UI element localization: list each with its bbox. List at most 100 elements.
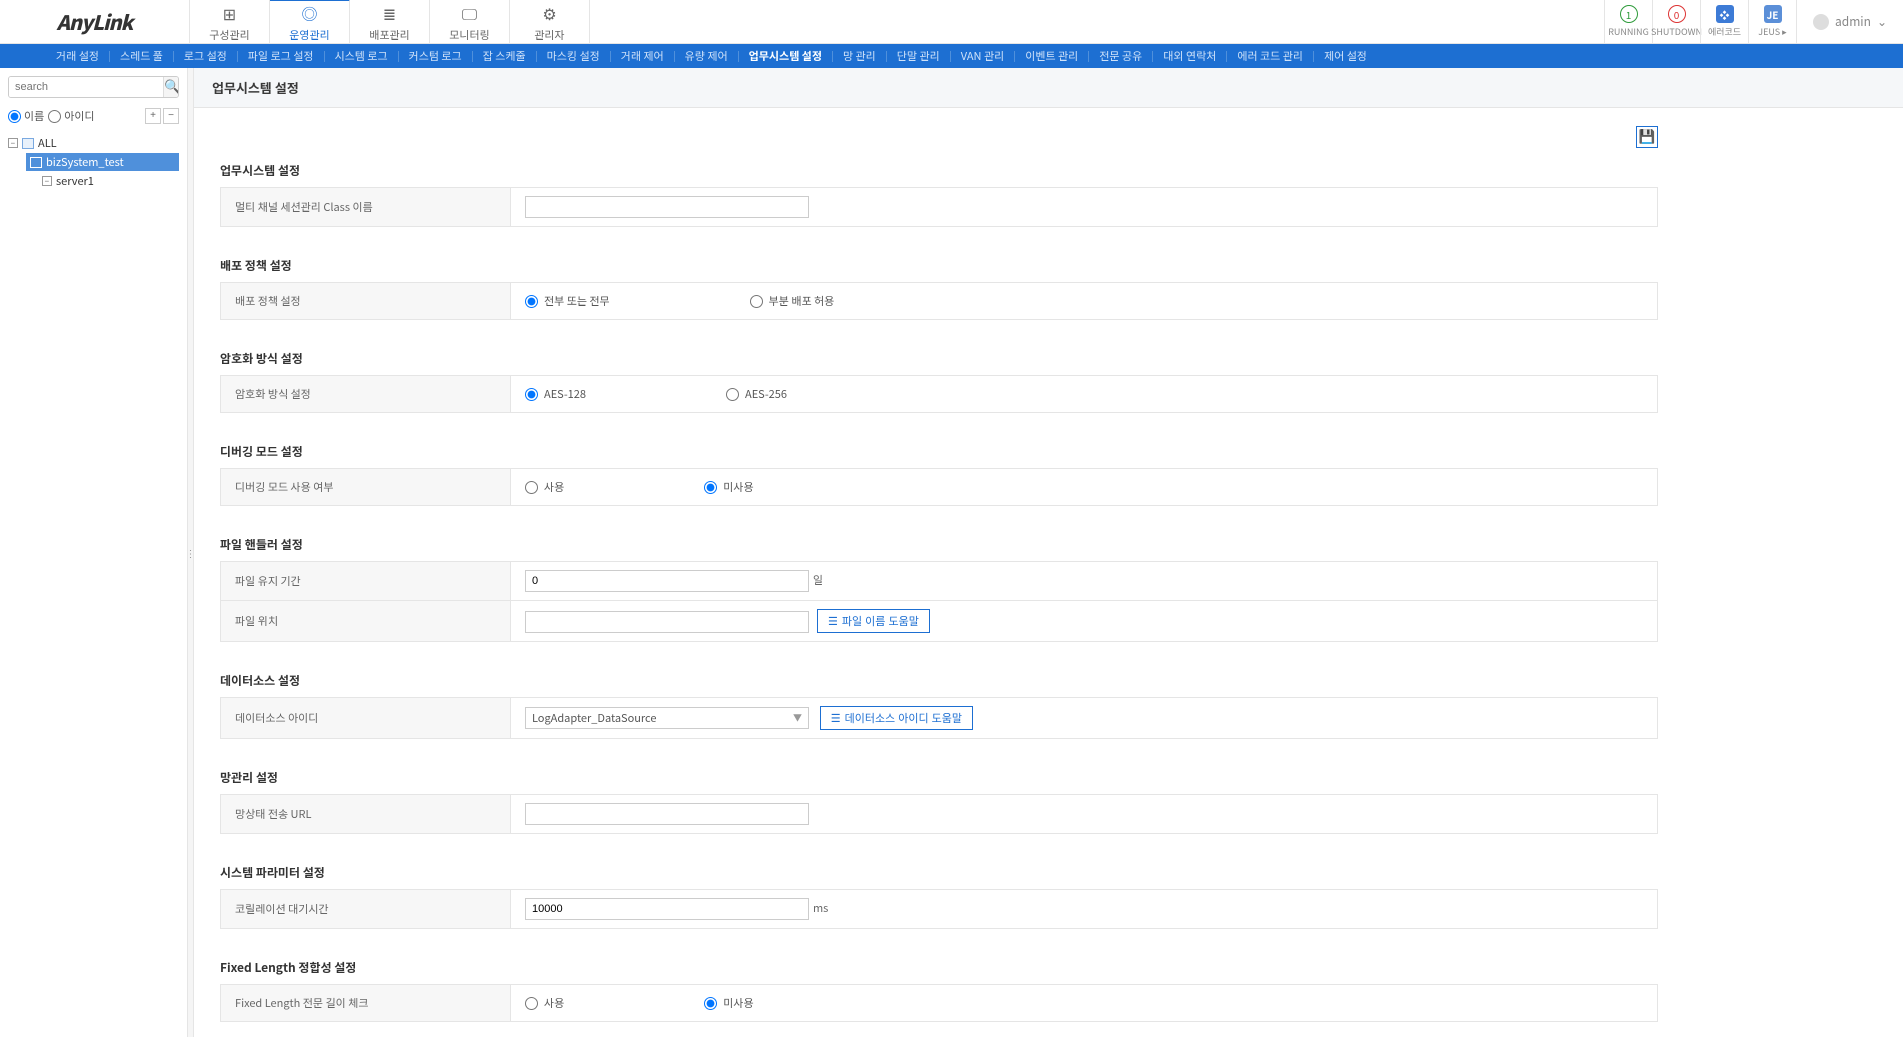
- file-help-button[interactable]: ☰파일 이름 도움말: [817, 609, 930, 633]
- running-button[interactable]: 1RUNNING: [1604, 0, 1652, 43]
- radio-name-input[interactable]: [8, 110, 21, 123]
- crypto-opt1[interactable]: AES-128: [525, 386, 586, 402]
- subnav-item[interactable]: 에러 코드 관리: [1227, 51, 1314, 62]
- save-icon: 💾: [1639, 129, 1656, 145]
- deploy-opt1-input[interactable]: [525, 295, 538, 308]
- search-input[interactable]: [9, 77, 163, 97]
- fixed-opt2-input[interactable]: [704, 997, 717, 1010]
- radio-name[interactable]: 이름: [8, 108, 44, 124]
- errorcode-button[interactable]: ❖에러코드: [1700, 0, 1748, 43]
- crypto-opt2[interactable]: AES-256: [726, 386, 787, 402]
- subnav-item[interactable]: 망 관리: [833, 51, 887, 62]
- file-keep-input[interactable]: [525, 570, 809, 592]
- sub-nav: 거래 설정 스레드 풀 로그 설정 파일 로그 설정 시스템 로그 커스텀 로그…: [0, 44, 1903, 68]
- suffix-label: ms: [813, 900, 828, 916]
- debug-opt2-label: 미사용: [723, 479, 753, 495]
- debug-opt1[interactable]: 사용: [525, 479, 564, 495]
- subnav-item[interactable]: 파일 로그 설정: [238, 51, 325, 62]
- subnav-item[interactable]: 커스텀 로그: [399, 51, 473, 62]
- logo: AnyLink: [0, 0, 190, 43]
- user-menu[interactable]: admin⌄: [1796, 0, 1903, 43]
- radio-id[interactable]: 아이디: [48, 108, 94, 124]
- section-title: 업무시스템 설정: [220, 162, 1658, 179]
- deploy-opt2-label: 부분 배포 허용: [769, 293, 835, 309]
- shutdown-button[interactable]: 0SHUTDOWN: [1652, 0, 1700, 43]
- subnav-item[interactable]: 대외 연락처: [1153, 51, 1227, 62]
- tab-label: 모니터링: [449, 27, 489, 43]
- crypto-opt1-input[interactable]: [525, 388, 538, 401]
- radio-id-input[interactable]: [48, 110, 61, 123]
- subnav-item[interactable]: 시스템 로그: [325, 51, 399, 62]
- radio-id-label: 아이디: [64, 108, 94, 124]
- debug-opt1-input[interactable]: [525, 481, 538, 494]
- file-loc-input[interactable]: [525, 611, 809, 633]
- fixed-opt2[interactable]: 미사용: [704, 995, 753, 1011]
- tab-deploy[interactable]: ≣배포관리: [350, 0, 430, 43]
- subnav-item[interactable]: VAN 관리: [951, 51, 1015, 62]
- top-header: AnyLink ⊞구성관리 ◎운영관리 ≣배포관리 🖵모니터링 ⚙관리자 1RU…: [0, 0, 1903, 44]
- section-title: 배포 정책 설정: [220, 257, 1658, 274]
- datasource-value: LogAdapter_DataSource: [532, 710, 656, 726]
- jeus-button[interactable]: JEJEUS ▸: [1748, 0, 1796, 43]
- tree-root[interactable]: −ALL: [8, 134, 179, 152]
- ds-help-button[interactable]: ☰데이터소스 아이디 도움말: [820, 706, 973, 730]
- deploy-opt1[interactable]: 전부 또는 전무: [525, 293, 610, 309]
- expand-all-button[interactable]: +: [145, 108, 161, 124]
- net-url-input[interactable]: [525, 803, 809, 825]
- section-title: 디버깅 모드 설정: [220, 443, 1658, 460]
- save-button[interactable]: 💾: [1636, 126, 1658, 148]
- datasource-select[interactable]: LogAdapter_DataSource▼: [525, 707, 809, 729]
- section-debug: 디버깅 모드 설정 디버깅 모드 사용 여부 사용 미사용: [220, 443, 1658, 506]
- search-icon: 🔍: [164, 79, 179, 94]
- tab-config[interactable]: ⊞구성관리: [190, 0, 270, 43]
- tree-toggle-icon[interactable]: −: [8, 138, 18, 148]
- running-icon: 1: [1620, 5, 1638, 23]
- subnav-item[interactable]: 스레드 풀: [110, 51, 174, 62]
- tree-node-child[interactable]: −server1: [8, 172, 179, 190]
- subnav-item-active[interactable]: 업무시스템 설정: [739, 51, 833, 62]
- search-button[interactable]: 🔍: [163, 77, 179, 97]
- section-title: Fixed Length 정합성 설정: [220, 959, 1658, 976]
- field-label: 코릴레이션 대기시간: [221, 890, 511, 929]
- subnav-item[interactable]: 마스킹 설정: [537, 51, 611, 62]
- deploy-opt1-label: 전부 또는 전무: [544, 293, 610, 309]
- correlation-wait-input[interactable]: [525, 898, 809, 920]
- fixed-opt1[interactable]: 사용: [525, 995, 564, 1011]
- tree-toggle-icon[interactable]: −: [42, 176, 52, 186]
- shutdown-icon: 0: [1668, 5, 1686, 23]
- field-label: 디버깅 모드 사용 여부: [221, 469, 511, 506]
- subnav-item[interactable]: 유량 제어: [675, 51, 739, 62]
- deploy-opt2-input[interactable]: [750, 295, 763, 308]
- tab-label: 관리자: [534, 27, 564, 43]
- tab-label: 구성관리: [209, 27, 249, 43]
- tab-monitor[interactable]: 🖵모니터링: [430, 0, 510, 43]
- tree-node-selected[interactable]: bizSystem_test: [8, 152, 179, 172]
- class-name-input[interactable]: [525, 196, 809, 218]
- fixed-opt1-label: 사용: [544, 995, 564, 1011]
- subnav-item[interactable]: 거래 제어: [611, 51, 675, 62]
- jeus-label: JEUS ▸: [1758, 25, 1786, 38]
- errorcode-label: 에러코드: [1708, 25, 1741, 38]
- target-icon: ◎: [301, 1, 317, 25]
- subnav-item[interactable]: 제어 설정: [1314, 51, 1377, 62]
- subnav-item[interactable]: 단말 관리: [887, 51, 951, 62]
- subnav-item[interactable]: 이벤트 관리: [1015, 51, 1089, 62]
- debug-opt2[interactable]: 미사용: [704, 479, 753, 495]
- tree-mode-row: 이름 아이디 + −: [0, 102, 187, 130]
- suffix-label: 일: [813, 572, 823, 588]
- deploy-opt2[interactable]: 부분 배포 허용: [750, 293, 835, 309]
- subnav-item[interactable]: 거래 설정: [46, 51, 110, 62]
- crypto-opt2-input[interactable]: [726, 388, 739, 401]
- debug-opt2-input[interactable]: [704, 481, 717, 494]
- subnav-item[interactable]: 로그 설정: [174, 51, 238, 62]
- list-icon: ≣: [383, 1, 396, 25]
- collapse-all-button[interactable]: −: [163, 108, 179, 124]
- subnav-item[interactable]: 전문 공유: [1089, 51, 1153, 62]
- content: 업무시스템 설정 💾 업무시스템 설정 멀티 채널 세션관리 Class 이름 …: [194, 68, 1903, 1037]
- subnav-item[interactable]: 잡 스케줄: [473, 51, 537, 62]
- tab-operation[interactable]: ◎운영관리: [270, 0, 350, 43]
- tab-admin[interactable]: ⚙관리자: [510, 0, 590, 43]
- tree-child-label: server1: [56, 173, 94, 189]
- fixed-opt1-input[interactable]: [525, 997, 538, 1010]
- section-title: 시스템 파라미터 설정: [220, 864, 1658, 881]
